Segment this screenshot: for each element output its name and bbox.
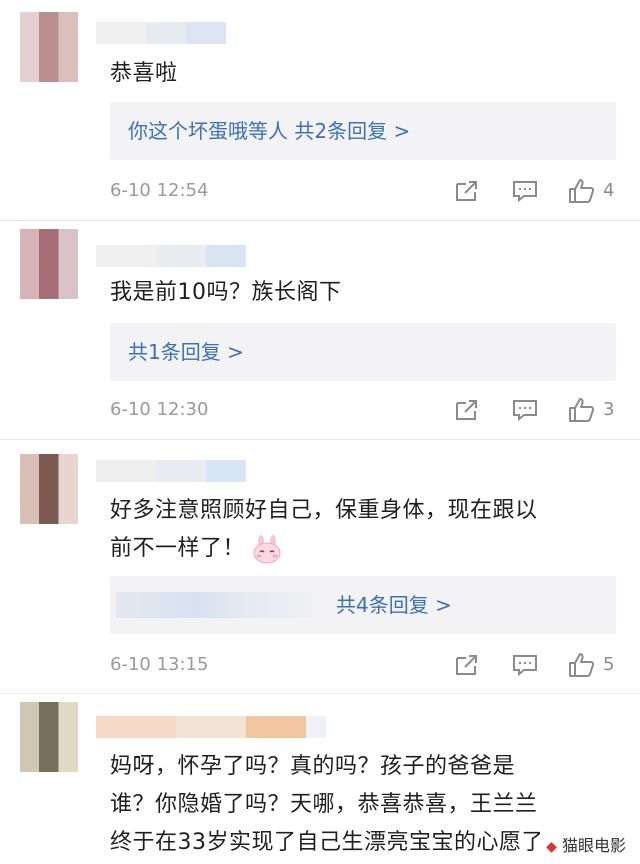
comment-text: 我是前10吗？族长阁下 <box>110 280 342 305</box>
like-icon[interactable] <box>568 178 596 204</box>
share-icon[interactable] <box>454 653 480 677</box>
share-icon[interactable] <box>454 179 480 203</box>
username-blurred[interactable] <box>96 460 246 482</box>
watermark-text: 猫眼电影 <box>561 836 626 855</box>
avatar[interactable] <box>20 12 78 82</box>
comment-icon[interactable] <box>512 398 538 422</box>
share-icon[interactable] <box>454 398 480 422</box>
replier-names-blurred <box>116 592 312 618</box>
comment-text-line: 妈呀，怀孕了吗？真的吗？孩子的爸爸是 <box>110 754 516 779</box>
comment-text: 恭喜啦 <box>110 61 178 86</box>
comment-text-line-2: 前不一样了！ <box>110 536 246 561</box>
like-icon[interactable] <box>568 397 596 423</box>
comment-time: 6-10 12:30 <box>110 399 209 420</box>
comment-2: 我是前10吗？族长阁下 共1条回复 > 6-10 12:30 3 <box>0 221 640 439</box>
comment-icon[interactable] <box>512 179 538 203</box>
avatar[interactable] <box>20 229 78 299</box>
comment-text-line: 好多注意照顾好自己，保重身体，现在跟以 <box>110 498 538 523</box>
comment-3: 好多注意照顾好自己，保重身体，现在跟以 前不一样了！ 共4条回复 > 6-10 … <box>0 440 640 693</box>
comment-text-line: 前不一样了！ <box>110 530 616 568</box>
username-blurred[interactable] <box>96 716 326 738</box>
reply-summary-text: 共4条回复 > <box>336 593 452 617</box>
reply-summary-text: 你这个坏蛋哦等人 共2条回复 > <box>128 119 411 143</box>
comment-icon[interactable] <box>512 653 538 677</box>
like-count: 5 <box>603 654 615 675</box>
comment-time: 6-10 12:54 <box>110 180 209 201</box>
bunny-emoji <box>253 535 281 564</box>
reply-summary[interactable]: 共4条回复 > <box>110 576 616 634</box>
username-blurred[interactable] <box>96 22 226 44</box>
watermark-logo-icon: ◆ <box>546 839 557 855</box>
avatar[interactable] <box>20 454 78 524</box>
reply-summary-text: 共1条回复 > <box>128 340 244 364</box>
comment-text-line: 谁？你隐婚了吗？天哪，恭喜恭喜，王兰兰 <box>110 792 538 817</box>
avatar[interactable] <box>20 702 78 772</box>
username-blurred[interactable] <box>96 245 246 267</box>
like-count: 3 <box>603 399 615 420</box>
comment-text: 好多注意照顾好自己，保重身体，现在跟以 前不一样了！ <box>110 492 616 568</box>
reply-summary[interactable]: 你这个坏蛋哦等人 共2条回复 > <box>110 102 616 160</box>
like-count: 4 <box>603 180 615 201</box>
comment-time: 6-10 13:15 <box>110 654 209 675</box>
like-icon[interactable] <box>568 652 596 678</box>
watermark: ◆ 猫眼电影 <box>540 832 632 860</box>
reply-summary[interactable]: 共1条回复 > <box>110 323 616 381</box>
comment-1: 恭喜啦 你这个坏蛋哦等人 共2条回复 > 6-10 12:54 4 <box>0 0 640 220</box>
